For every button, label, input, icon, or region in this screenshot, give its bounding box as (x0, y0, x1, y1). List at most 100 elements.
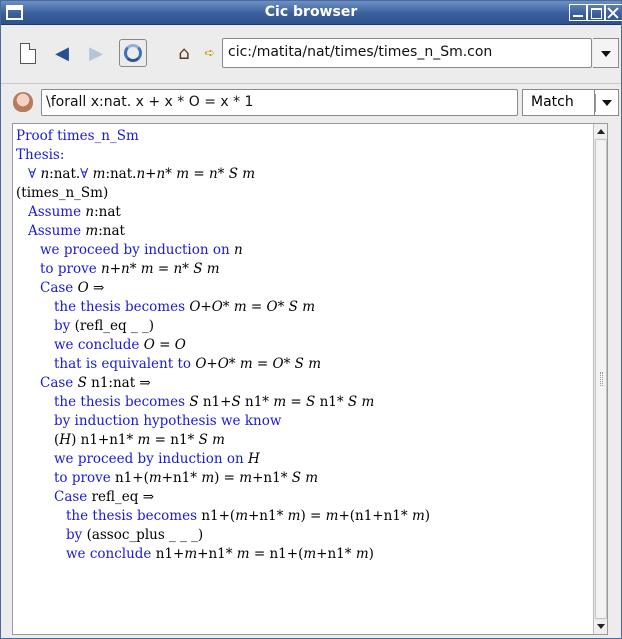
cic-browser-window: Cic browser ◀ ▶ ⌂ ➪ cic:/matita/nat/time… (0, 0, 622, 639)
home-icon[interactable]: ⌂ (169, 38, 199, 68)
refresh-icon[interactable] (119, 39, 147, 67)
proof-math-var: n (85, 204, 95, 220)
proof-keyword[interactable]: to prove (54, 470, 115, 486)
proof-line: the thesis becomes n1+(m+n1* m) = m+(n1+… (16, 507, 592, 526)
proof-text-segment: + (109, 261, 121, 277)
proof-text: Proof times_n_Sm Thesis: ∀ n:nat.∀ m:nat.n… (16, 127, 592, 564)
proof-math-var: m (287, 508, 301, 524)
maximize-button[interactable] (587, 4, 605, 21)
proof-keyword[interactable]: we conclude (54, 337, 144, 353)
proof-keyword[interactable]: that is equivalent to (54, 356, 195, 372)
proof-text-segment: :nat (98, 223, 125, 239)
proof-text-segment: :nat. (49, 166, 81, 182)
proof-math-var: O (217, 356, 229, 372)
proof-text-segment: +n1* (161, 470, 202, 486)
proof-math-var: S m (198, 432, 225, 448)
url-input[interactable]: cic:/matita/nat/times/times_n_Sm.con (222, 38, 592, 68)
vertical-scrollbar[interactable] (593, 124, 607, 634)
proof-keyword[interactable]: we proceed by induction on (40, 242, 234, 258)
proof-text-segment: n1* (240, 394, 274, 410)
proof-text-segment: * (182, 261, 194, 277)
proof-math-var: m (325, 508, 339, 524)
proof-text-segment: * (165, 166, 177, 182)
proof-math-var: m (239, 470, 253, 486)
proof-keyword[interactable]: we proceed by induction on (54, 451, 248, 467)
proof-keyword[interactable]: the thesis becomes (66, 508, 201, 524)
proof-keyword[interactable]: the thesis becomes (54, 299, 189, 315)
proof-keyword[interactable]: Thesis: (16, 147, 64, 163)
search-icon[interactable] (13, 92, 33, 112)
scroll-up-button[interactable] (594, 124, 607, 138)
proof-math-var: S (77, 375, 87, 391)
proof-keyword[interactable]: Assume (28, 223, 85, 239)
proof-keyword[interactable]: Case (54, 489, 92, 505)
proof-math-var: m (411, 508, 425, 524)
proof-keyword[interactable]: by induction hypothesis we know (54, 413, 281, 429)
minimize-button[interactable] (569, 4, 587, 21)
scroll-down-button[interactable] (594, 620, 607, 634)
proof-math-var: n (173, 261, 183, 277)
proof-keyword[interactable]: Assume (28, 204, 85, 220)
proof-math-var: S m (288, 299, 316, 315)
proof-line: to prove n1+(m+n1* m) = m+n1* S m (16, 469, 592, 488)
proof-text-segment: (times_n_Sm) (16, 185, 109, 201)
proof-text-segment: + (145, 166, 157, 182)
forward-arrow-icon[interactable]: ▶ (81, 38, 111, 68)
proof-math-var: m (92, 166, 106, 182)
back-arrow-icon[interactable]: ◀ (47, 38, 77, 68)
proof-keyword[interactable]: the thesis becomes (54, 394, 189, 410)
proof-math-var: m (140, 261, 154, 277)
proof-line: Assume n:nat (16, 203, 592, 222)
proof-math-var: n (100, 261, 110, 277)
proof-math-var: m (201, 470, 215, 486)
goto-icon[interactable]: ➪ (199, 38, 221, 68)
scroll-thumb[interactable] (595, 139, 607, 619)
proof-math-var: n (156, 166, 166, 182)
proof-text-segment: ) = (300, 508, 326, 524)
proof-text-segment: = n1* (150, 432, 199, 448)
proof-text-segment: ) = (214, 470, 240, 486)
proof-keyword[interactable]: ∀ (28, 166, 40, 182)
proof-keyword[interactable]: we conclude (66, 546, 156, 562)
new-page-icon[interactable] (13, 38, 43, 68)
proof-text-segment: = (153, 261, 174, 277)
proof-line: (times_n_Sm) (16, 184, 592, 203)
proof-keyword[interactable]: Proof times_n_Sm (16, 128, 139, 144)
proof-text-segment: * (129, 261, 141, 277)
proof-math-var: S m (347, 394, 375, 410)
proof-text-segment: n1+( (114, 470, 149, 486)
proof-text-segment: +n1* (197, 546, 237, 562)
proof-line: Case O ⇒ (16, 279, 592, 298)
proof-text-segment: n1* (315, 394, 348, 410)
url-history-dropdown[interactable] (593, 38, 619, 68)
match-dropdown-button[interactable] (595, 89, 619, 116)
search-input[interactable]: \forall x:nat. x + x * O = x * 1 (41, 89, 518, 116)
proof-math-var: m (239, 356, 253, 372)
proof-text-segment: n1+ (155, 546, 185, 562)
proof-keyword[interactable]: Case (40, 280, 78, 296)
proof-text-segment: = n1+( (249, 546, 304, 562)
title-bar[interactable]: Cic browser (1, 1, 622, 25)
proof-math-var: S m (291, 470, 319, 486)
proof-keyword[interactable]: Case (40, 375, 78, 391)
window-title: Cic browser (264, 4, 358, 20)
proof-text-segment: * (228, 356, 240, 372)
proof-math-var: n (136, 166, 146, 182)
proof-text-segment: ) (368, 546, 374, 562)
proof-keyword[interactable]: ∀ (80, 166, 92, 182)
proof-text-segment: :nat (94, 204, 121, 220)
proof-text-segment: n1:nat ⇒ (86, 375, 151, 391)
close-button[interactable] (605, 4, 622, 21)
proof-keyword[interactable]: by (66, 527, 87, 543)
proof-math-var: O (195, 356, 207, 372)
proof-line: to prove n+n* m = n* S m (16, 260, 592, 279)
proof-view[interactable]: Proof times_n_Sm Thesis: ∀ n:nat.∀ m:nat.n… (12, 123, 608, 635)
proof-math-var: S m (228, 166, 256, 182)
proof-text-segment: = (189, 166, 209, 182)
proof-keyword[interactable]: to prove (40, 261, 101, 277)
proof-line: the thesis becomes O+O* m = O* S m (16, 298, 592, 317)
match-select[interactable]: Match (522, 89, 595, 116)
proof-math-var: H (59, 432, 72, 448)
proof-math-var: O (174, 337, 186, 353)
proof-keyword[interactable]: by (54, 318, 75, 334)
